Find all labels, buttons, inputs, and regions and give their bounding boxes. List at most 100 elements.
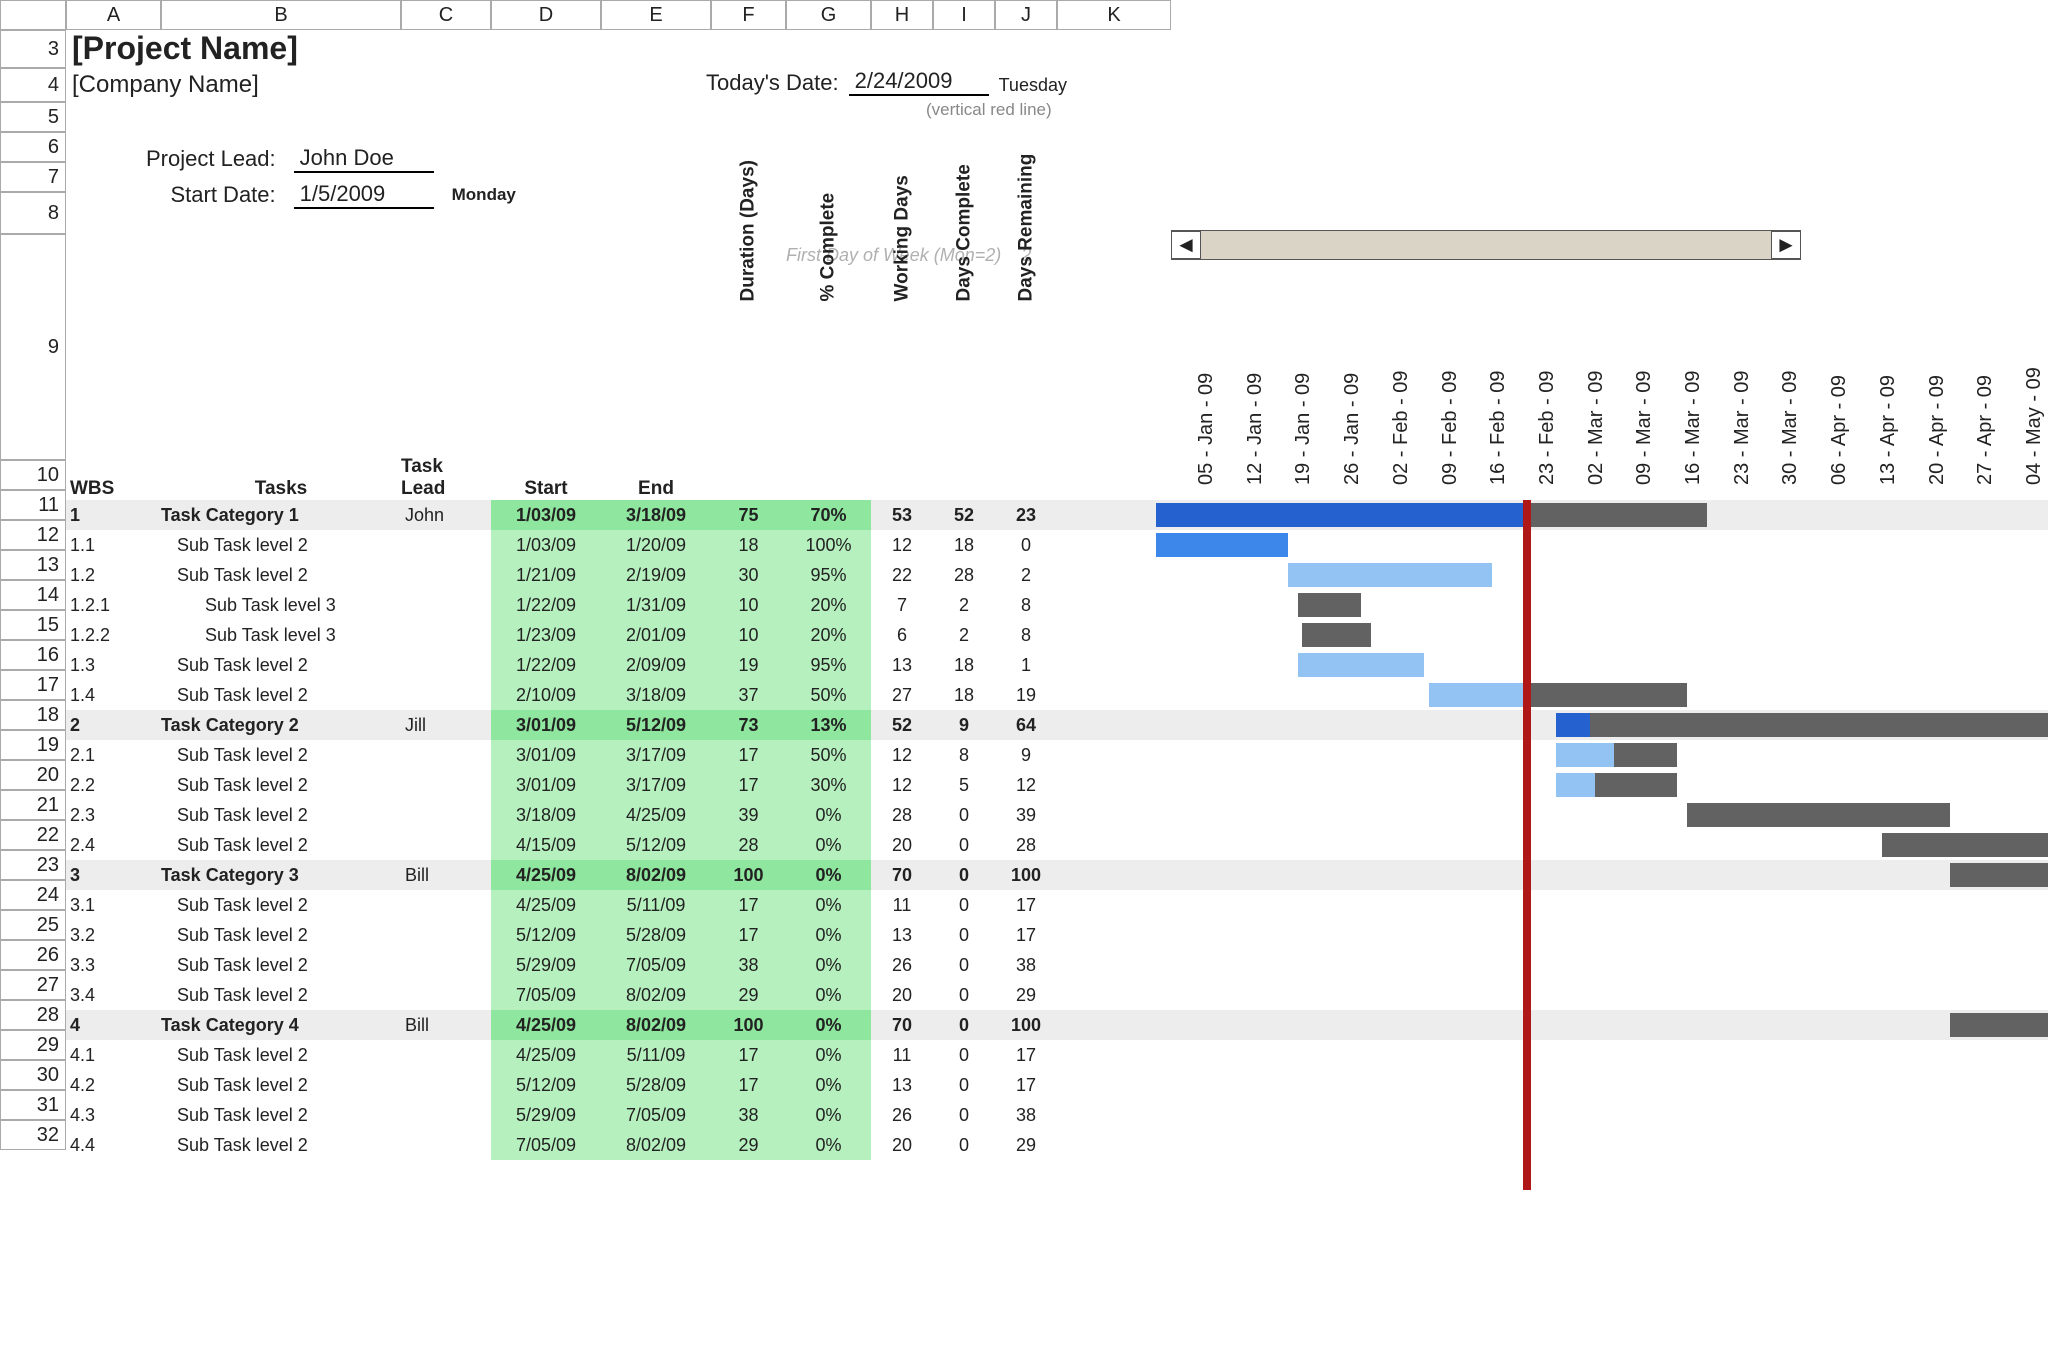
cell-pct[interactable]: 0% — [786, 830, 871, 860]
cell-days-remaining[interactable]: 38 — [995, 950, 1057, 980]
cell-working-days[interactable]: 22 — [871, 560, 933, 590]
row-header-5[interactable]: 5 — [0, 102, 66, 132]
cell-wbs[interactable]: 4.2 — [66, 1070, 161, 1100]
cell-days-complete[interactable]: 2 — [933, 590, 995, 620]
cell-duration[interactable]: 39 — [711, 800, 786, 830]
cell-task-name[interactable]: Sub Task level 2 — [161, 560, 401, 590]
cell-days-complete[interactable]: 5 — [933, 770, 995, 800]
cell-working-days[interactable]: 27 — [871, 680, 933, 710]
cell-days-remaining[interactable]: 12 — [995, 770, 1057, 800]
cell-pct[interactable]: 70% — [786, 500, 871, 530]
cell-task-name[interactable]: Sub Task level 2 — [161, 890, 401, 920]
cell-days-remaining[interactable]: 100 — [995, 860, 1057, 890]
cell-end[interactable]: 8/02/09 — [601, 860, 711, 890]
cell-days-complete[interactable]: 0 — [933, 890, 995, 920]
cell-end[interactable]: 5/28/09 — [601, 920, 711, 950]
row-header-15[interactable]: 15 — [0, 610, 66, 640]
task-row[interactable]: 3.2Sub Task level 25/12/095/28/09170%130… — [66, 920, 2048, 950]
task-row[interactable]: 1.2.1Sub Task level 31/22/091/31/091020%… — [66, 590, 2048, 620]
cell-days-complete[interactable]: 18 — [933, 530, 995, 560]
cell-lead[interactable] — [401, 950, 491, 980]
row-header-27[interactable]: 27 — [0, 970, 66, 1000]
cell-days-remaining[interactable]: 17 — [995, 890, 1057, 920]
cell-end[interactable]: 3/18/09 — [601, 680, 711, 710]
cell-wbs[interactable]: 2.4 — [66, 830, 161, 860]
cell-end[interactable]: 2/09/09 — [601, 650, 711, 680]
cell-pct[interactable]: 100% — [786, 530, 871, 560]
cell-days-complete[interactable]: 0 — [933, 1130, 995, 1160]
cell-working-days[interactable]: 20 — [871, 980, 933, 1010]
task-row[interactable]: 1.1Sub Task level 21/03/091/20/0918100%1… — [66, 530, 2048, 560]
cell-start[interactable]: 4/25/09 — [491, 1040, 601, 1070]
cell-wbs[interactable]: 4.4 — [66, 1130, 161, 1160]
row-header-8[interactable]: 8 — [0, 192, 66, 234]
cell-wbs[interactable]: 3.1 — [66, 890, 161, 920]
cell-duration[interactable]: 100 — [711, 1010, 786, 1040]
cell-task-name[interactable]: Sub Task level 2 — [161, 740, 401, 770]
cell-wbs[interactable]: 4 — [66, 1010, 161, 1040]
row-header-24[interactable]: 24 — [0, 880, 66, 910]
cell-duration[interactable]: 19 — [711, 650, 786, 680]
cell-days-remaining[interactable]: 28 — [995, 830, 1057, 860]
column-header-C[interactable]: C — [401, 0, 491, 30]
cell-task-name[interactable]: Sub Task level 2 — [161, 1070, 401, 1100]
cell-pct[interactable]: 20% — [786, 620, 871, 650]
cell-duration[interactable]: 38 — [711, 1100, 786, 1130]
column-header-E[interactable]: E — [601, 0, 711, 30]
today-value[interactable]: 2/24/2009 — [849, 68, 989, 96]
column-header-G[interactable]: G — [786, 0, 871, 30]
scroll-right-button[interactable]: ► — [1771, 231, 1801, 259]
cell-pct[interactable]: 13% — [786, 710, 871, 740]
task-row[interactable]: 4.4Sub Task level 27/05/098/02/09290%200… — [66, 1130, 2048, 1160]
cell-start[interactable]: 1/03/09 — [491, 500, 601, 530]
cell-days-remaining[interactable]: 1 — [995, 650, 1057, 680]
column-header-A[interactable]: A — [66, 0, 161, 30]
cell-working-days[interactable]: 12 — [871, 740, 933, 770]
gantt-scroll-track[interactable]: ◄ ► — [1171, 230, 1801, 260]
cell-start[interactable]: 5/12/09 — [491, 1070, 601, 1100]
column-header-F[interactable]: F — [711, 0, 786, 30]
cell-wbs[interactable]: 1.4 — [66, 680, 161, 710]
cell-lead[interactable] — [401, 1040, 491, 1070]
cell-pct[interactable]: 0% — [786, 800, 871, 830]
task-category-row[interactable]: 2Task Category 2Jill3/01/095/12/097313%5… — [66, 710, 2048, 740]
row-header-3[interactable]: 3 — [0, 30, 66, 68]
cell-lead[interactable] — [401, 680, 491, 710]
cell-duration[interactable]: 37 — [711, 680, 786, 710]
cell-duration[interactable]: 17 — [711, 740, 786, 770]
cell-lead[interactable] — [401, 560, 491, 590]
cell-pct[interactable]: 0% — [786, 860, 871, 890]
cell-pct[interactable]: 0% — [786, 1010, 871, 1040]
cell-task-name[interactable]: Task Category 1 — [161, 500, 401, 530]
row-header-17[interactable]: 17 — [0, 670, 66, 700]
cell-pct[interactable]: 50% — [786, 680, 871, 710]
cell-working-days[interactable]: 13 — [871, 1070, 933, 1100]
cell-start[interactable]: 1/21/09 — [491, 560, 601, 590]
start-date-value[interactable]: 1/5/2009 — [294, 181, 434, 209]
row-header-21[interactable]: 21 — [0, 790, 66, 820]
cell-end[interactable]: 8/02/09 — [601, 980, 711, 1010]
row-header-19[interactable]: 19 — [0, 730, 66, 760]
column-header-J[interactable]: J — [995, 0, 1057, 30]
task-row[interactable]: 4.3Sub Task level 25/29/097/05/09380%260… — [66, 1100, 2048, 1130]
cell-start[interactable]: 7/05/09 — [491, 1130, 601, 1160]
cell-duration[interactable]: 73 — [711, 710, 786, 740]
cell-pct[interactable]: 0% — [786, 1130, 871, 1160]
row-header-31[interactable]: 31 — [0, 1090, 66, 1120]
row-header-18[interactable]: 18 — [0, 700, 66, 730]
row-header-11[interactable]: 11 — [0, 490, 66, 520]
cell-task-name[interactable]: Sub Task level 2 — [161, 530, 401, 560]
cell-working-days[interactable]: 6 — [871, 620, 933, 650]
cell-pct[interactable]: 0% — [786, 1070, 871, 1100]
cell-days-complete[interactable]: 0 — [933, 920, 995, 950]
cell-start[interactable]: 4/25/09 — [491, 890, 601, 920]
row-header-30[interactable]: 30 — [0, 1060, 66, 1090]
cell-duration[interactable]: 30 — [711, 560, 786, 590]
cell-end[interactable]: 4/25/09 — [601, 800, 711, 830]
cell-wbs[interactable]: 4.1 — [66, 1040, 161, 1070]
cell-pct[interactable]: 0% — [786, 920, 871, 950]
cell-days-complete[interactable]: 9 — [933, 710, 995, 740]
cell-lead[interactable] — [401, 590, 491, 620]
cell-wbs[interactable]: 1 — [66, 500, 161, 530]
cell-days-remaining[interactable]: 9 — [995, 740, 1057, 770]
